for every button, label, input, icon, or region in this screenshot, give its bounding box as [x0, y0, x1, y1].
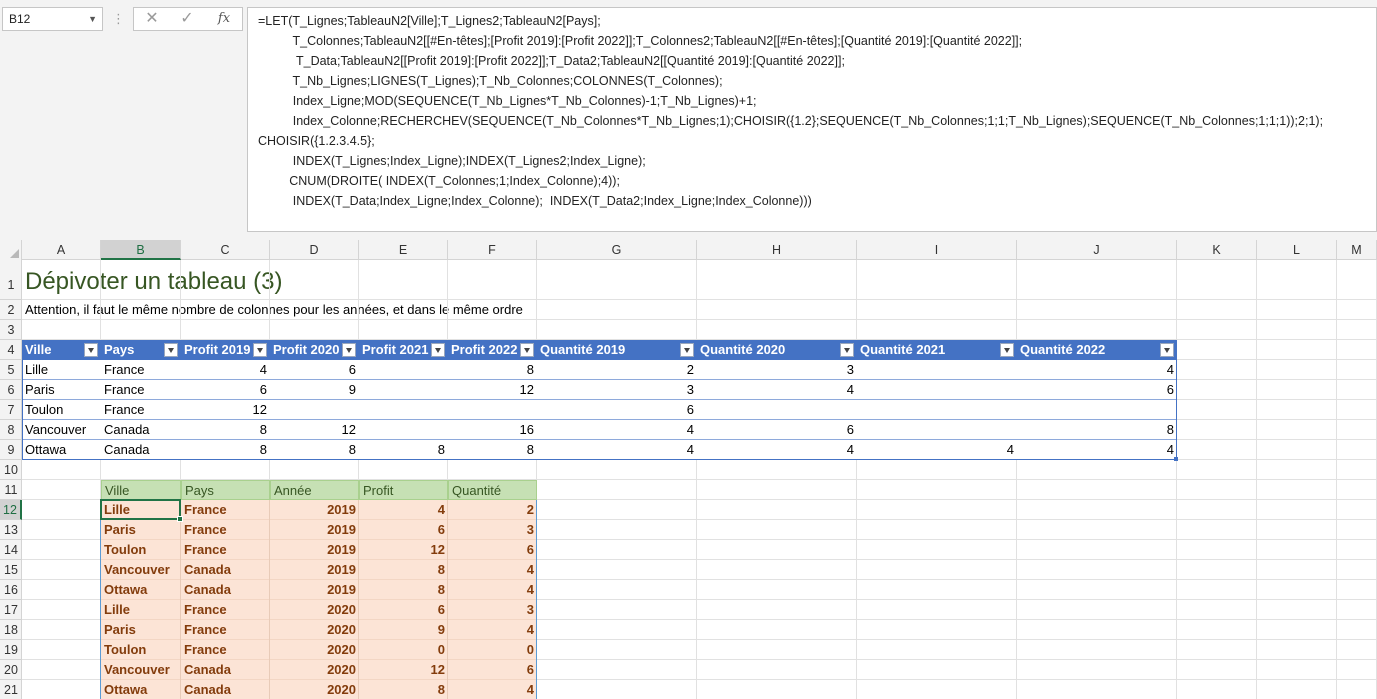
formula-line: INDEX(T_Data;Index_Ligne;Index_Colonne);…	[258, 194, 812, 208]
column-header-m[interactable]: M	[1337, 240, 1377, 260]
row-header-20[interactable]: 20	[0, 660, 22, 680]
row-header-13[interactable]: 13	[0, 520, 22, 540]
formula-bar-area: B12 ▼ ⋮ ✕ ✓ fx =LET(T_Lignes;TableauN2[V…	[0, 0, 1377, 240]
formula-line: T_Colonnes;TableauN2[[#En-têtes];[Profit…	[258, 34, 1023, 48]
table2-header[interactable]: Quantité	[448, 480, 537, 500]
column-header-a[interactable]: A	[22, 240, 101, 260]
row-header-14[interactable]: 14	[0, 540, 22, 560]
row-header-3[interactable]: 3	[0, 320, 22, 340]
row-header-19[interactable]: 19	[0, 640, 22, 660]
row-header-21[interactable]: 21	[0, 680, 22, 699]
column-header-c[interactable]: C	[181, 240, 270, 260]
row-header-18[interactable]: 18	[0, 620, 22, 640]
formula-buttons: ✕ ✓ fx	[133, 7, 243, 31]
name-box[interactable]: B12 ▼	[2, 7, 103, 31]
row-header-10[interactable]: 10	[0, 460, 22, 480]
column-header-b[interactable]: B	[101, 240, 181, 260]
table2-header[interactable]: Ville	[101, 480, 181, 500]
column-header-h[interactable]: H	[697, 240, 857, 260]
formula-line: CNUM(DROITE( INDEX(T_Colonnes;1;Index_Co…	[258, 174, 620, 188]
table2-header[interactable]: Profit	[359, 480, 448, 500]
row-header-5[interactable]: 5	[0, 360, 22, 380]
table-resize-handle[interactable]	[1174, 457, 1178, 461]
check-icon[interactable]: ✓	[172, 8, 202, 30]
row-headers: 12345678910111213141516171819202122	[0, 260, 22, 699]
fill-handle[interactable]	[177, 516, 183, 522]
formula-line: Index_Ligne;MOD(SEQUENCE(T_Nb_Lignes*T_N…	[258, 94, 757, 108]
row-header-1[interactable]: 1	[0, 260, 22, 300]
formula-line: T_Nb_Lignes;LIGNES(T_Lignes);T_Nb_Colonn…	[258, 74, 723, 88]
column-headers: ABCDEFGHIJKLM	[0, 240, 1377, 260]
gridline	[22, 299, 1377, 300]
column-header-d[interactable]: D	[270, 240, 359, 260]
formula-line: =LET(T_Lignes;TableauN2[Ville];T_Lignes2…	[258, 14, 601, 28]
select-all-icon	[10, 249, 19, 258]
table2-header[interactable]: Pays	[181, 480, 270, 500]
row-header-12[interactable]: 12	[0, 500, 22, 520]
column-header-f[interactable]: F	[448, 240, 537, 260]
row-header-2[interactable]: 2	[0, 300, 22, 320]
row-header-7[interactable]: 7	[0, 400, 22, 420]
row-header-8[interactable]: 8	[0, 420, 22, 440]
formula-line: Index_Colonne;RECHERCHEV(SEQUENCE(T_Nb_C…	[258, 114, 1324, 128]
cell-area[interactable]: Dépivoter un tableau (3) Attention, il f…	[22, 260, 1377, 699]
formula-line: INDEX(T_Lignes;Index_Ligne);INDEX(T_Lign…	[258, 154, 646, 168]
row-header-17[interactable]: 17	[0, 600, 22, 620]
row-header-16[interactable]: 16	[0, 580, 22, 600]
select-all-button[interactable]	[0, 240, 22, 260]
row-header-11[interactable]: 11	[0, 480, 22, 500]
column-header-j[interactable]: J	[1017, 240, 1177, 260]
active-cell-selection	[100, 499, 181, 520]
more-options-icon[interactable]: ⋮	[112, 9, 125, 29]
row-header-15[interactable]: 15	[0, 560, 22, 580]
spill-range-outline	[100, 500, 537, 699]
table2-header[interactable]: Année	[270, 480, 359, 500]
chevron-down-icon[interactable]: ▼	[88, 8, 97, 30]
insert-function-icon[interactable]: fx	[209, 8, 239, 30]
sheet-title[interactable]: Dépivoter un tableau (3)	[22, 262, 285, 300]
gridline	[22, 319, 1377, 320]
column-header-l[interactable]: L	[1257, 240, 1337, 260]
row-header-9[interactable]: 9	[0, 440, 22, 460]
cancel-icon[interactable]: ✕	[137, 8, 167, 30]
formula-input[interactable]: =LET(T_Lignes;TableauN2[Ville];T_Lignes2…	[247, 7, 1377, 232]
column-header-e[interactable]: E	[359, 240, 448, 260]
table1-border	[22, 340, 1177, 460]
formula-line: CHOISIR({1.2.3.4.5};	[258, 134, 375, 148]
column-header-k[interactable]: K	[1177, 240, 1257, 260]
row-header-4[interactable]: 4	[0, 340, 22, 360]
column-header-g[interactable]: G	[537, 240, 697, 260]
formula-line: T_Data;TableauN2[[Profit 2019]:[Profit 2…	[258, 54, 845, 68]
spreadsheet-grid: ABCDEFGHIJKLM 1 2 3 4 5 6 7 8 9 10 11 12 13 14 15 16 17 1…	[0, 240, 1377, 699]
row-header-6[interactable]: 6	[0, 380, 22, 400]
sheet-note[interactable]: Attention, il faut le même nombre de col…	[22, 300, 526, 320]
name-box-value: B12	[9, 12, 31, 26]
column-header-i[interactable]: I	[857, 240, 1017, 260]
